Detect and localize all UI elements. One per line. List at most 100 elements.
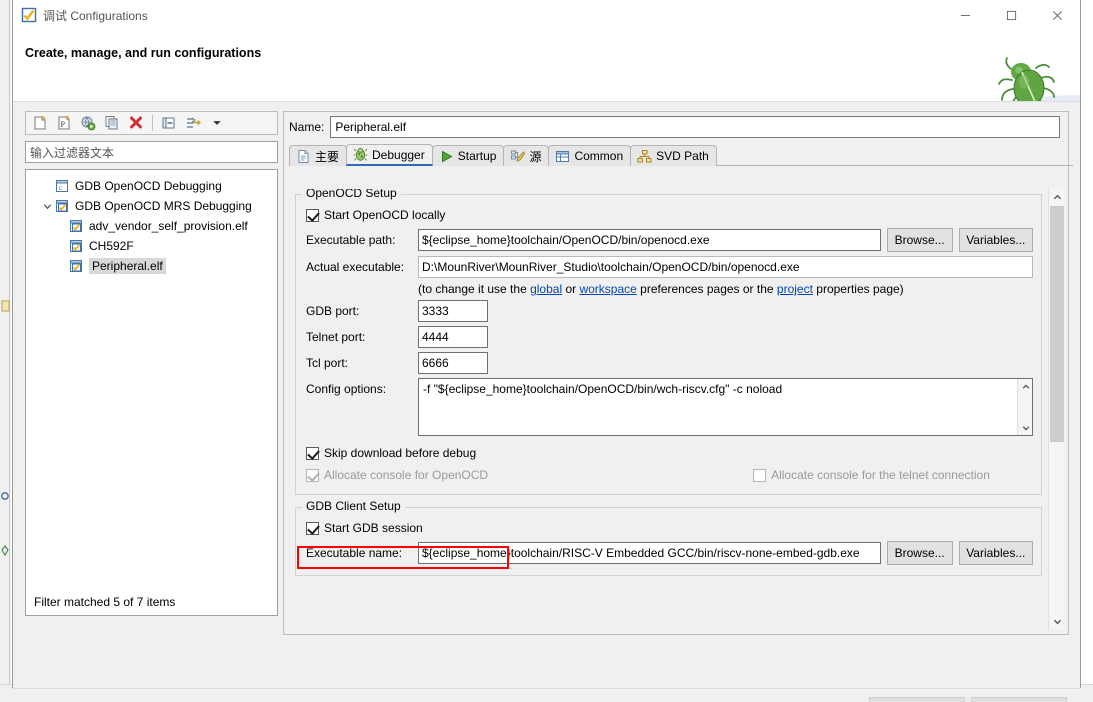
filter-input[interactable]: 输入过滤器文本 bbox=[25, 141, 278, 163]
mrs-config-icon bbox=[68, 218, 84, 234]
configurations-tree[interactable]: c GDB OpenOCD Debugging GDB OpenOCD MRS … bbox=[25, 169, 278, 616]
skip-download-row[interactable]: Skip download before debug bbox=[296, 442, 1041, 464]
global-preferences-link[interactable]: global bbox=[530, 282, 562, 296]
project-properties-link[interactable]: project bbox=[777, 282, 813, 296]
window-controls[interactable] bbox=[942, 0, 1080, 30]
gdb-executable-browse-button[interactable]: Browse... bbox=[886, 541, 953, 565]
maximize-button[interactable] bbox=[988, 0, 1034, 30]
config-options-textarea[interactable]: -f "${eclipse_home}toolchain/OpenOCD/bin… bbox=[418, 378, 1033, 436]
tree-item-peripheral-elf[interactable]: Peripheral.elf bbox=[26, 256, 277, 276]
gdb-executable-name-input[interactable]: ${eclipse_home}toolchain/RISC-V Embedded… bbox=[418, 542, 881, 564]
revert-apply-bar[interactable]: Revert Apply bbox=[863, 697, 1067, 702]
openocd-setup-body: Start OpenOCD locally Executable path: $… bbox=[296, 194, 1041, 486]
gdb-executable-name-value: ${eclipse_home}toolchain/RISC-V Embedded… bbox=[422, 546, 860, 560]
debugger-tab-panel: OpenOCD Setup Start OpenOCD locally Exec… bbox=[289, 189, 1064, 629]
executable-path-browse-button[interactable]: Browse... bbox=[886, 228, 953, 252]
chevron-down-icon[interactable] bbox=[206, 113, 228, 133]
mrs-config-icon bbox=[68, 238, 84, 254]
new-configuration-icon[interactable] bbox=[29, 113, 51, 133]
config-options-value: -f "${eclipse_home}toolchain/OpenOCD/bin… bbox=[423, 382, 783, 396]
scroll-thumb[interactable] bbox=[1050, 206, 1064, 442]
allocate-console-telnet-checkbox bbox=[753, 468, 767, 482]
screen: 控制台 0101 冬仔茄 断点 进度 问题 bbox=[0, 0, 1093, 702]
ide-strip-icon-1 bbox=[1, 300, 10, 312]
gdb-client-setup-title: GDB Client Setup bbox=[302, 499, 405, 513]
start-gdb-session-checkbox[interactable] bbox=[306, 521, 319, 535]
start-gdb-session-row[interactable]: Start GDB session bbox=[296, 517, 1041, 539]
configurations-toolbar[interactable]: P bbox=[25, 111, 278, 135]
start-openocd-locally-checkbox[interactable] bbox=[306, 208, 319, 222]
executable-path-input[interactable]: ${eclipse_home}toolchain/OpenOCD/bin/ope… bbox=[418, 229, 881, 251]
tree-item-gdb-openocd-debugging[interactable]: c GDB OpenOCD Debugging bbox=[26, 176, 277, 196]
export-icon[interactable] bbox=[77, 113, 99, 133]
tree-item-adv-vendor-self-provision[interactable]: adv_vendor_self_provision.elf bbox=[26, 216, 277, 236]
dialog-titlebar[interactable]: 调试 Configurations bbox=[13, 0, 1080, 30]
panel-scrollbar[interactable] bbox=[1048, 189, 1064, 629]
collapse-all-icon[interactable] bbox=[158, 113, 180, 133]
configurations-panel: P 输入过滤器文本 c GDB OpenOCD Debugging GDB Op… bbox=[25, 111, 278, 635]
ide-strip-icon-3 bbox=[1, 545, 10, 557]
tab-debugger[interactable]: Debugger bbox=[346, 144, 433, 166]
filter-icon[interactable] bbox=[182, 113, 204, 133]
minimize-button[interactable] bbox=[942, 0, 988, 30]
revert-button[interactable]: Revert bbox=[869, 697, 965, 702]
tab-svd-path[interactable]: SVD Path bbox=[630, 145, 717, 166]
tab-startup[interactable]: Startup bbox=[431, 145, 505, 166]
green-bug-icon bbox=[996, 56, 1058, 101]
telnet-port-input[interactable]: 4444 bbox=[418, 326, 488, 348]
executable-path-variables-button[interactable]: Variables... bbox=[958, 228, 1033, 252]
hint-prefix: (to change it use the bbox=[418, 282, 531, 296]
telnet-port-value: 4444 bbox=[422, 330, 449, 344]
telnet-port-row: Telnet port: 4444 bbox=[296, 324, 1041, 350]
name-label: Name: bbox=[289, 120, 325, 134]
tab-common[interactable]: Common bbox=[548, 145, 632, 166]
scroll-up-arrow[interactable] bbox=[1049, 189, 1064, 205]
actual-executable-label: Actual executable: bbox=[306, 260, 405, 274]
dialog-title: 调试 Configurations bbox=[43, 8, 148, 23]
skip-download-checkbox[interactable] bbox=[306, 446, 319, 460]
tab-main[interactable]: 主要 bbox=[289, 145, 348, 166]
table-icon bbox=[555, 149, 570, 164]
tab-source[interactable]: 源 bbox=[503, 145, 550, 166]
gdb-client-setup-body: Start GDB session Executable name: ${ecl… bbox=[296, 507, 1041, 567]
duplicate-icon[interactable] bbox=[101, 113, 123, 133]
group-border-top bbox=[296, 507, 1041, 508]
start-openocd-locally-row[interactable]: Start OpenOCD locally bbox=[296, 204, 1041, 226]
tab-label: 源 bbox=[529, 149, 542, 164]
new-prototype-icon[interactable]: P bbox=[53, 113, 75, 133]
executable-path-row: Executable path: ${eclipse_home}toolchai… bbox=[296, 226, 1041, 254]
configuration-editor-panel: Name: Peripheral.elf 主要 Debugger Startup… bbox=[283, 111, 1073, 635]
config-options-scrollbar[interactable] bbox=[1017, 379, 1032, 435]
skip-download-label: Skip download before debug bbox=[324, 446, 477, 460]
tree-item-label: CH592F bbox=[89, 239, 134, 253]
delete-icon[interactable] bbox=[125, 113, 147, 133]
tab-label: Debugger bbox=[372, 147, 425, 162]
textarea-scroll-up-arrow[interactable] bbox=[1018, 379, 1032, 394]
gdb-executable-name-label: Executable name: bbox=[306, 546, 403, 560]
textarea-scroll-down-arrow[interactable] bbox=[1018, 420, 1032, 435]
tab-label: SVD Path bbox=[656, 149, 709, 163]
name-input[interactable]: Peripheral.elf bbox=[330, 116, 1060, 138]
tcl-port-value: 6666 bbox=[422, 356, 449, 370]
apply-button[interactable]: Apply bbox=[971, 697, 1067, 702]
tcl-port-input[interactable]: 6666 bbox=[418, 352, 488, 374]
tree-item-ch592f[interactable]: CH592F bbox=[26, 236, 277, 256]
gdb-executable-variables-button[interactable]: Variables... bbox=[958, 541, 1033, 565]
gdb-port-value: 3333 bbox=[422, 304, 449, 318]
chevron-down-icon[interactable] bbox=[40, 199, 54, 213]
close-button[interactable] bbox=[1034, 0, 1080, 30]
scroll-down-arrow[interactable] bbox=[1049, 613, 1064, 629]
debugger-bug-icon bbox=[353, 147, 368, 162]
dialog-header: Create, manage, and run configurations bbox=[13, 30, 1080, 102]
actual-executable-value-box: D:\MounRiver\MounRiver_Studio\toolchain/… bbox=[418, 256, 1033, 278]
start-gdb-session-label: Start GDB session bbox=[324, 521, 423, 535]
tab-label: Startup bbox=[457, 149, 497, 163]
debug-config-icon bbox=[21, 7, 37, 23]
gdb-executable-name-row: Executable name: ${eclipse_home}toolchai… bbox=[296, 539, 1041, 567]
workspace-preferences-link[interactable]: workspace bbox=[579, 282, 636, 296]
tabstrip[interactable]: 主要 Debugger Startup 源 Common SVD Path bbox=[289, 144, 1073, 166]
ide-left-toolbar-strip bbox=[0, 0, 10, 690]
tree-item-gdb-openocd-mrs-debugging[interactable]: GDB OpenOCD MRS Debugging bbox=[26, 196, 277, 216]
gdb-port-input[interactable]: 3333 bbox=[418, 300, 488, 322]
gdb-port-row: GDB port: 3333 bbox=[296, 298, 1041, 324]
